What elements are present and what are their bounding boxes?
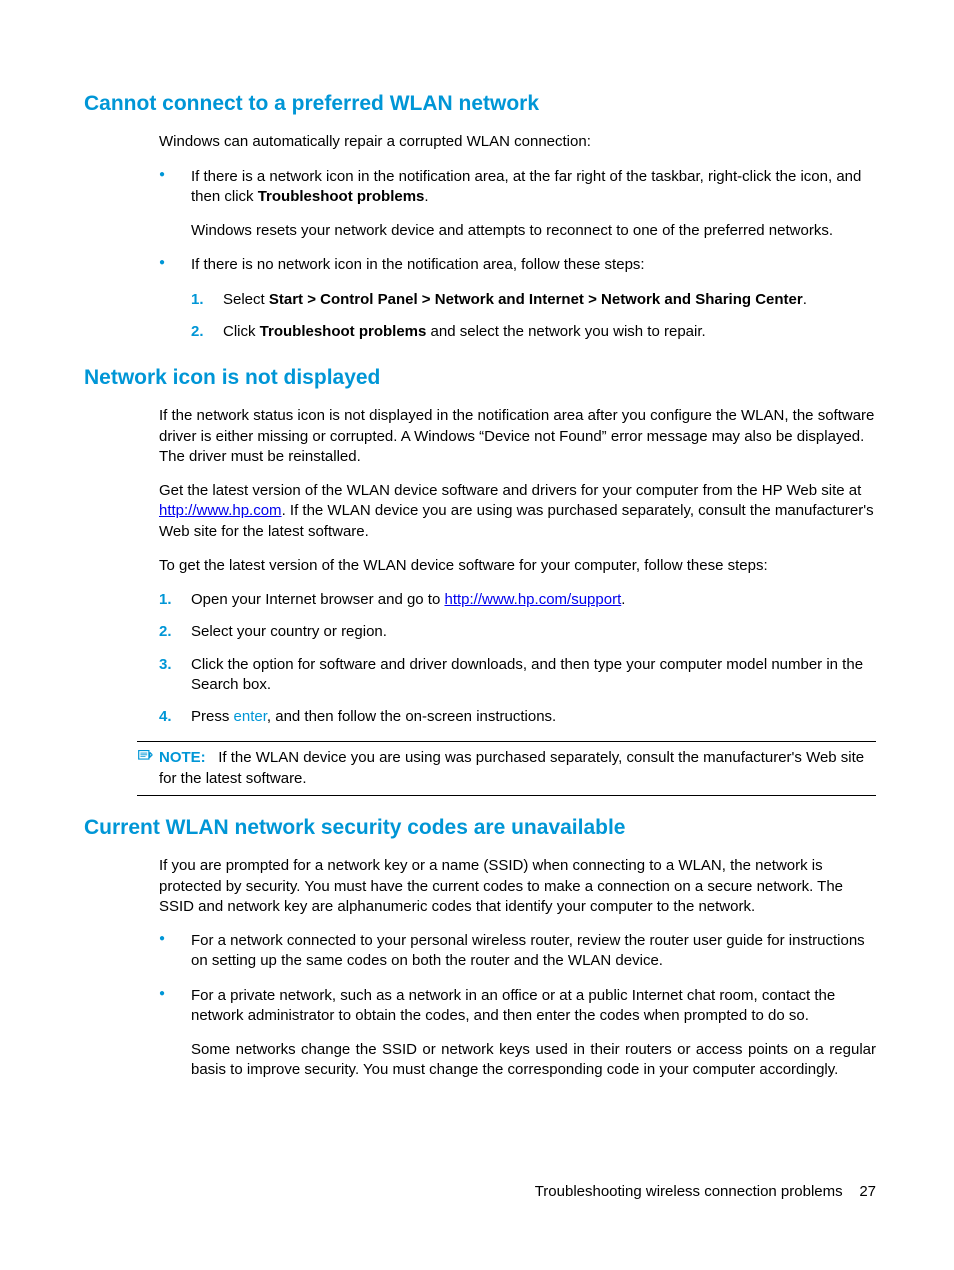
step-number: 1. bbox=[159, 590, 172, 610]
step-number: 4. bbox=[159, 707, 172, 727]
paragraph: To get the latest version of the WLAN de… bbox=[159, 556, 876, 576]
step-number: 1. bbox=[191, 290, 204, 310]
text: Open your Internet browser and go to bbox=[191, 591, 444, 608]
keycap: enter bbox=[234, 708, 267, 725]
paragraph: If the network status icon is not displa… bbox=[159, 406, 876, 467]
section-heading: Cannot connect to a preferred WLAN netwo… bbox=[84, 90, 876, 118]
page-number: 27 bbox=[859, 1183, 876, 1200]
footer: Troubleshooting wireless connection prob… bbox=[535, 1182, 876, 1202]
text: . bbox=[424, 188, 428, 205]
text: Select bbox=[223, 291, 269, 308]
hp-support-link[interactable]: http://www.hp.com/support bbox=[444, 591, 621, 608]
text: For a network connected to your personal… bbox=[191, 932, 865, 969]
note-label: NOTE: bbox=[159, 749, 206, 766]
bullet-list: For a network connected to your personal… bbox=[159, 931, 876, 1081]
sub-paragraph: Some networks change the SSID or network… bbox=[191, 1040, 876, 1081]
text: Click the option for software and driver… bbox=[191, 656, 863, 693]
numbered-list: 1. Open your Internet browser and go to … bbox=[159, 590, 876, 727]
hp-link[interactable]: http://www.hp.com bbox=[159, 502, 282, 519]
step-number: 2. bbox=[159, 622, 172, 642]
list-item: 4. Press enter, and then follow the on-s… bbox=[159, 707, 876, 727]
footer-text: Troubleshooting wireless connection prob… bbox=[535, 1183, 843, 1200]
bullet-list: If there is a network icon in the notifi… bbox=[159, 167, 876, 343]
bold-text: Start > Control Panel > Network and Inte… bbox=[269, 291, 803, 308]
text: If there is no network icon in the notif… bbox=[191, 256, 645, 273]
list-item: 3. Click the option for software and dri… bbox=[159, 655, 876, 696]
text: For a private network, such as a network… bbox=[191, 987, 835, 1024]
numbered-list: 1. Select Start > Control Panel > Networ… bbox=[191, 290, 876, 343]
step-number: 2. bbox=[191, 322, 204, 342]
text: Press bbox=[191, 708, 234, 725]
text: . bbox=[621, 591, 625, 608]
text: and select the network you wish to repai… bbox=[426, 323, 705, 340]
list-item: If there is no network icon in the notif… bbox=[159, 255, 876, 342]
text: Select your country or region. bbox=[191, 623, 387, 640]
text: Click bbox=[223, 323, 260, 340]
list-item: For a private network, such as a network… bbox=[159, 986, 876, 1081]
paragraph: Get the latest version of the WLAN devic… bbox=[159, 481, 876, 542]
bold-text: Troubleshoot problems bbox=[258, 188, 425, 205]
note-box: NOTE: If the WLAN device you are using w… bbox=[137, 741, 876, 796]
list-item: 2. Click Troubleshoot problems and selec… bbox=[191, 322, 876, 342]
text: . bbox=[803, 291, 807, 308]
list-item: For a network connected to your personal… bbox=[159, 931, 876, 972]
bold-text: Troubleshoot problems bbox=[260, 323, 427, 340]
list-item: 1. Select Start > Control Panel > Networ… bbox=[191, 290, 876, 310]
note-text: If the WLAN device you are using was pur… bbox=[159, 749, 864, 786]
sub-paragraph: Windows resets your network device and a… bbox=[191, 221, 876, 241]
text: Get the latest version of the WLAN devic… bbox=[159, 482, 861, 499]
paragraph: If you are prompted for a network key or… bbox=[159, 856, 876, 917]
list-item: 1. Open your Internet browser and go to … bbox=[159, 590, 876, 610]
text: , and then follow the on-screen instruct… bbox=[267, 708, 556, 725]
intro-paragraph: Windows can automatically repair a corru… bbox=[159, 132, 876, 152]
step-number: 3. bbox=[159, 655, 172, 675]
section-heading: Network icon is not displayed bbox=[84, 364, 876, 392]
note-icon bbox=[137, 748, 154, 765]
section-heading: Current WLAN network security codes are … bbox=[84, 814, 876, 842]
list-item: 2. Select your country or region. bbox=[159, 622, 876, 642]
list-item: If there is a network icon in the notifi… bbox=[159, 167, 876, 242]
